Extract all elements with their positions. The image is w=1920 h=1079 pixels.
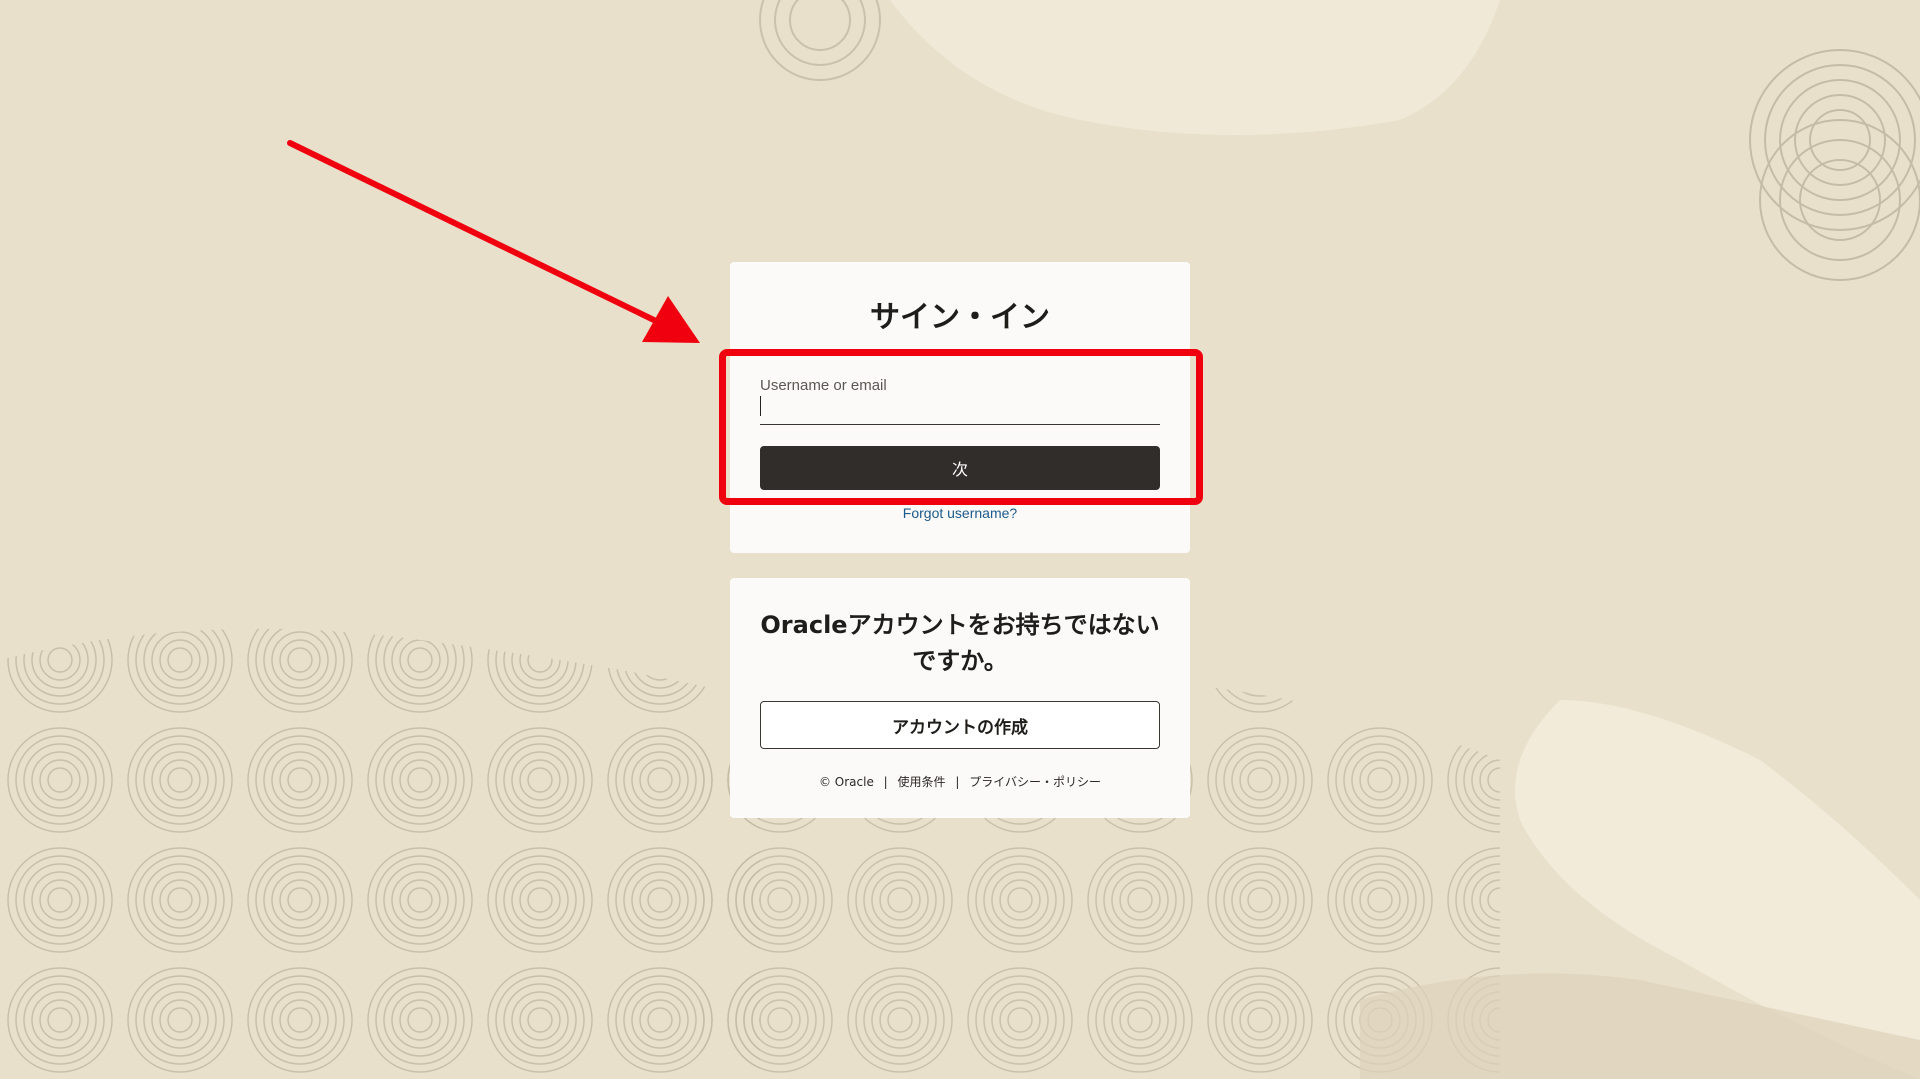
page-title: サイン・イン — [870, 300, 1050, 335]
footer-links: © Oracle | 使用条件 | プライバシー・ポリシー — [730, 773, 1190, 790]
forgot-username-link[interactable]: Forgot username? — [730, 505, 1190, 521]
privacy-link[interactable]: プライバシー・ポリシー — [969, 775, 1101, 789]
create-account-heading: Oracleアカウントをお持ちではないですか。 — [760, 611, 1160, 675]
footer-separator: | — [955, 775, 960, 789]
copyright-link[interactable]: © Oracle — [819, 775, 874, 789]
text-cursor — [760, 396, 761, 416]
terms-link[interactable]: 使用条件 — [898, 775, 946, 789]
create-account-card: Oracleアカウントをお持ちではないですか。 アカウントの作成 © Oracl… — [730, 578, 1190, 818]
create-account-button[interactable]: アカウントの作成 — [760, 701, 1160, 749]
username-input[interactable] — [760, 395, 1160, 425]
next-button[interactable]: 次 — [760, 446, 1160, 490]
username-label: Username or email — [760, 377, 887, 394]
signin-card: サイン・イン Username or email 次 Forgot userna… — [730, 262, 1190, 553]
footer-separator: | — [883, 775, 888, 789]
